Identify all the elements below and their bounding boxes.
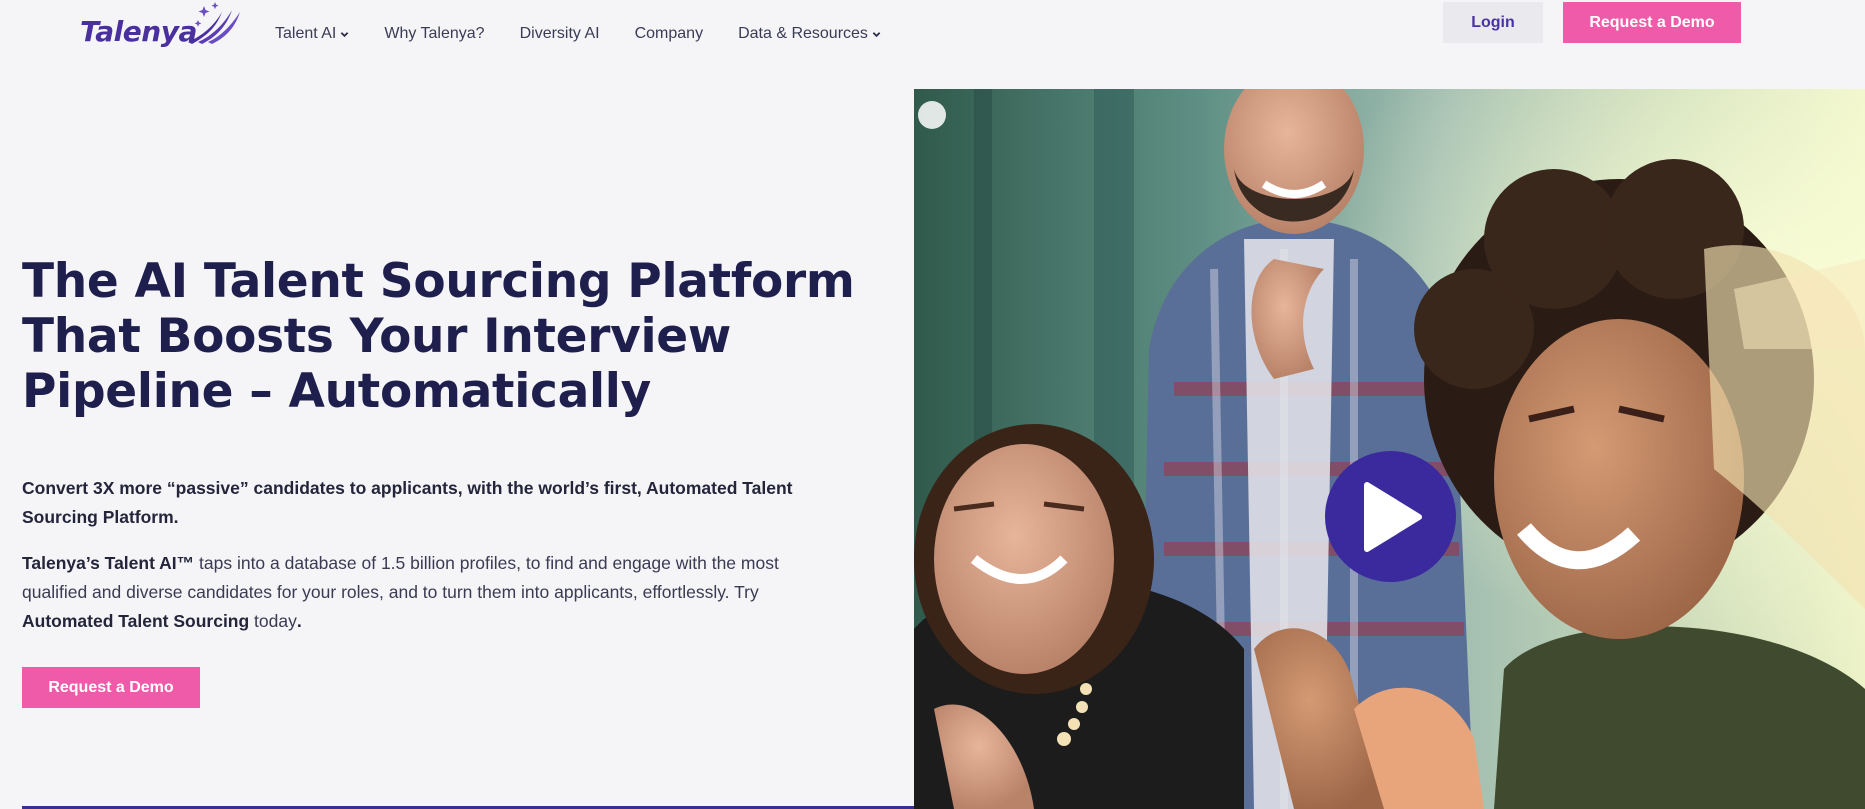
request-demo-button-hero[interactable]: Request a Demo — [22, 667, 200, 708]
nav-item-diversity-ai[interactable]: Diversity AI — [520, 25, 600, 43]
hero-video-thumbnail[interactable] — [914, 89, 1865, 809]
nav-item-label: Data & Resources — [738, 25, 868, 42]
talenya-logo[interactable]: Talenya — [80, 2, 240, 54]
hero-body-text-end: today — [249, 611, 297, 631]
nav-item-company[interactable]: Company — [635, 25, 703, 43]
play-icon — [1363, 481, 1422, 552]
hero-title: The AI Talent Sourcing Platform That Boo… — [22, 254, 855, 419]
page: Talenya Talent AI Why Talenya? Diversity… — [0, 0, 1865, 809]
chevron-down-icon — [872, 31, 881, 37]
hero-body-period: . — [296, 611, 302, 631]
hero-subtitle: Convert 3X more “passive” candidates to … — [22, 478, 793, 527]
nav-item-label: Company — [634, 25, 704, 42]
hero-body-brand: Talenya’s Talent AI™ — [22, 553, 195, 573]
play-video-button[interactable] — [1325, 451, 1456, 582]
request-demo-button-header[interactable]: Request a Demo — [1563, 2, 1741, 43]
nav-item-label: Talent AI — [275, 25, 337, 42]
main-nav: Talent AI Why Talenya? Diversity AI Comp… — [275, 25, 916, 43]
chevron-down-icon — [341, 31, 349, 37]
nav-item-why-talenya[interactable]: Why Talenya? — [384, 25, 484, 43]
hero-body-emphasis: Automated Talent Sourcing — [22, 611, 250, 631]
logo-stars-icon — [188, 2, 240, 44]
login-button[interactable]: Login — [1443, 2, 1543, 43]
hero-photo-illustration — [914, 89, 1865, 809]
nav-item-data-resources[interactable]: Data & Resources — [738, 25, 881, 43]
nav-item-label: Diversity AI — [519, 25, 600, 42]
site-header: Talenya Talent AI Why Talenya? Diversity… — [0, 0, 1865, 70]
nav-item-talent-ai[interactable]: Talent AI — [275, 25, 349, 43]
logo-wordmark: Talenya — [80, 15, 197, 48]
hero-body: Talenya’s Talent AI™ taps into a databas… — [22, 549, 822, 636]
nav-item-label: Why Talenya? — [384, 25, 485, 42]
